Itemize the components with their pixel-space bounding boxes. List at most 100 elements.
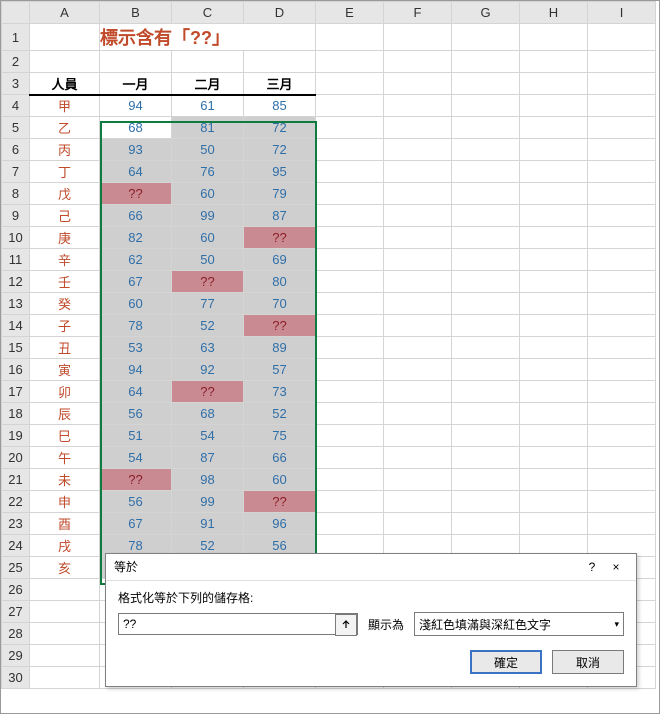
data-cell[interactable]: 67 <box>100 271 172 293</box>
cell-empty[interactable] <box>588 161 656 183</box>
cell-empty[interactable] <box>520 117 588 139</box>
row-header-13[interactable]: 13 <box>2 293 30 315</box>
cell-empty[interactable] <box>520 161 588 183</box>
cell-empty[interactable] <box>452 403 520 425</box>
cell-empty[interactable] <box>588 51 656 73</box>
data-cell[interactable]: 54 <box>172 425 244 447</box>
cell-empty[interactable] <box>316 73 384 95</box>
cell-empty[interactable] <box>588 271 656 293</box>
row-header-15[interactable]: 15 <box>2 337 30 359</box>
cell-empty[interactable] <box>384 293 452 315</box>
cell-empty[interactable] <box>384 469 452 491</box>
data-cell[interactable]: 73 <box>244 381 316 403</box>
cell-empty[interactable] <box>588 117 656 139</box>
cell-empty[interactable] <box>30 623 100 645</box>
cell-empty[interactable] <box>520 51 588 73</box>
cell-empty[interactable] <box>520 24 588 51</box>
cell-empty[interactable] <box>588 293 656 315</box>
data-cell[interactable]: 66 <box>244 447 316 469</box>
cell-empty[interactable] <box>384 95 452 117</box>
cell-empty[interactable] <box>316 139 384 161</box>
data-cell[interactable]: 72 <box>244 117 316 139</box>
row-header-18[interactable]: 18 <box>2 403 30 425</box>
cell-empty[interactable] <box>384 403 452 425</box>
row-header-19[interactable]: 19 <box>2 425 30 447</box>
cell-empty[interactable] <box>316 403 384 425</box>
equals-value-input[interactable] <box>118 613 358 635</box>
data-cell[interactable]: 85 <box>244 95 316 117</box>
col-header-B[interactable]: B <box>100 2 172 24</box>
cell-empty[interactable] <box>520 403 588 425</box>
data-cell[interactable]: 60 <box>172 183 244 205</box>
cell-empty[interactable] <box>588 95 656 117</box>
cell-empty[interactable] <box>452 161 520 183</box>
col-header-H[interactable]: H <box>520 2 588 24</box>
row-header-24[interactable]: 24 <box>2 535 30 557</box>
ok-button[interactable]: 確定 <box>470 650 542 674</box>
cell-empty[interactable] <box>452 139 520 161</box>
cell-empty[interactable] <box>30 579 100 601</box>
cell-empty[interactable] <box>588 315 656 337</box>
data-cell[interactable]: 60 <box>172 227 244 249</box>
cell-empty[interactable] <box>384 73 452 95</box>
data-cell[interactable]: 82 <box>100 227 172 249</box>
data-cell[interactable]: 56 <box>100 403 172 425</box>
data-cell[interactable]: 60 <box>100 293 172 315</box>
cell-empty[interactable] <box>384 447 452 469</box>
cell-empty[interactable] <box>588 249 656 271</box>
data-cell[interactable]: 77 <box>172 293 244 315</box>
cell-empty[interactable] <box>520 491 588 513</box>
data-cell[interactable]: 50 <box>172 139 244 161</box>
cell-empty[interactable] <box>452 249 520 271</box>
row-header-4[interactable]: 4 <box>2 95 30 117</box>
cell-empty[interactable] <box>384 51 452 73</box>
cell-empty[interactable] <box>316 293 384 315</box>
cell-empty[interactable] <box>452 381 520 403</box>
cell-empty[interactable] <box>520 139 588 161</box>
cell-empty[interactable] <box>384 161 452 183</box>
col-header-F[interactable]: F <box>384 2 452 24</box>
data-cell[interactable]: 94 <box>100 359 172 381</box>
data-cell[interactable]: 69 <box>244 249 316 271</box>
row-header-12[interactable]: 12 <box>2 271 30 293</box>
cell-empty[interactable] <box>384 359 452 381</box>
row-header-28[interactable]: 28 <box>2 623 30 645</box>
cell-empty[interactable] <box>452 293 520 315</box>
col-header-I[interactable]: I <box>588 2 656 24</box>
data-cell[interactable]: 68 <box>172 403 244 425</box>
cell-empty[interactable] <box>316 381 384 403</box>
row-header-30[interactable]: 30 <box>2 667 30 689</box>
cell-empty[interactable] <box>452 95 520 117</box>
cell-empty[interactable] <box>316 24 384 51</box>
cell-empty[interactable] <box>520 227 588 249</box>
data-cell[interactable]: 99 <box>172 491 244 513</box>
row-header-23[interactable]: 23 <box>2 513 30 535</box>
cell-empty[interactable] <box>520 271 588 293</box>
cell-empty[interactable] <box>588 205 656 227</box>
data-cell[interactable]: ?? <box>172 381 244 403</box>
cell-empty[interactable] <box>384 425 452 447</box>
cell-empty[interactable] <box>588 447 656 469</box>
data-cell[interactable]: 94 <box>100 95 172 117</box>
data-cell[interactable]: 66 <box>100 205 172 227</box>
row-header-27[interactable]: 27 <box>2 601 30 623</box>
cell-empty[interactable] <box>588 183 656 205</box>
data-cell[interactable]: 78 <box>100 315 172 337</box>
cell-empty[interactable] <box>520 249 588 271</box>
data-cell[interactable]: 61 <box>172 95 244 117</box>
cell-empty[interactable] <box>520 73 588 95</box>
data-cell[interactable]: ?? <box>100 469 172 491</box>
row-header-20[interactable]: 20 <box>2 447 30 469</box>
cell-empty[interactable] <box>316 315 384 337</box>
cell-empty[interactable] <box>520 513 588 535</box>
cell-empty[interactable] <box>588 24 656 51</box>
cell-empty[interactable] <box>172 51 244 73</box>
cell-empty[interactable] <box>452 227 520 249</box>
row-header-5[interactable]: 5 <box>2 117 30 139</box>
cell-empty[interactable] <box>384 183 452 205</box>
data-cell[interactable]: 54 <box>100 447 172 469</box>
cell-empty[interactable] <box>520 447 588 469</box>
row-header-6[interactable]: 6 <box>2 139 30 161</box>
cell-empty[interactable] <box>452 337 520 359</box>
cell-empty[interactable] <box>384 271 452 293</box>
